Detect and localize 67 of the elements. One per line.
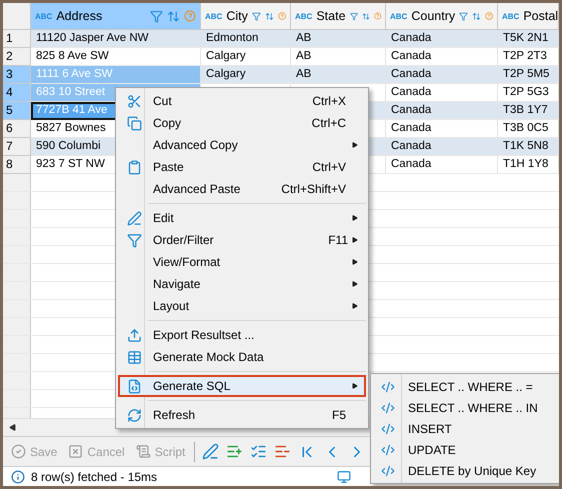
row-number[interactable]: 1: [3, 30, 31, 48]
help-icon[interactable]: [278, 10, 286, 22]
check-circle-icon: [11, 444, 26, 459]
type-label: ABC: [295, 12, 312, 20]
menu-item[interactable]: Generate Mock Data: [118, 346, 366, 368]
row-number[interactable]: 2: [3, 48, 31, 66]
type-label: ABC: [35, 12, 52, 20]
code-icon: [380, 442, 394, 456]
sort-icon[interactable]: [167, 10, 180, 22]
filter-icon[interactable]: [150, 10, 163, 22]
delete-row-icon[interactable]: [274, 443, 292, 460]
monitor-icon[interactable]: [337, 470, 351, 484]
menu-item[interactable]: INSERT: [373, 418, 559, 439]
row-number[interactable]: 7: [3, 138, 31, 156]
table-cell: Canada: [386, 156, 498, 174]
menu-item[interactable]: Generate SQL: [118, 375, 366, 397]
add-row-icon[interactable]: [226, 443, 244, 460]
menu-item[interactable]: Order/Filter F11: [118, 229, 366, 251]
code-icon: [380, 464, 394, 478]
refresh-icon: [127, 408, 142, 422]
help-icon[interactable]: [374, 10, 381, 22]
menu-item[interactable]: DELETE by Unique Key: [373, 460, 559, 481]
row-number[interactable]: 6: [3, 120, 31, 138]
row-number[interactable]: 3: [3, 66, 31, 84]
menu-item[interactable]: Export Resultset ...: [118, 324, 366, 346]
sql-file-icon: [127, 378, 142, 394]
menu-item[interactable]: View/Format: [118, 251, 366, 273]
type-label: ABC: [205, 12, 222, 20]
duplicate-row-icon[interactable]: [250, 443, 268, 460]
table-cell: T1H 1Y8: [498, 156, 559, 174]
menu-item[interactable]: Advanced Paste Ctrl+Shift+V: [118, 178, 366, 200]
corner-header: [3, 3, 31, 30]
table-icon: [127, 350, 142, 364]
filter-icon: [127, 232, 142, 248]
clipboard-icon: [127, 160, 142, 174]
row-number[interactable]: 4: [3, 84, 31, 102]
x-square-icon: [68, 444, 84, 459]
row-number[interactable]: 8: [3, 156, 31, 174]
column-header[interactable]: ABC Address: [31, 3, 201, 30]
column-header[interactable]: ABC City: [201, 3, 291, 30]
scroll-icon: [136, 444, 151, 459]
menu-item[interactable]: Refresh F5: [118, 404, 366, 426]
edit-icon: [127, 210, 142, 226]
edit-row-icon[interactable]: [202, 443, 220, 460]
copy-icon: [127, 116, 142, 130]
status-text: 8 row(s) fetched - 15ms: [31, 470, 158, 484]
info-icon: [11, 470, 25, 484]
table-cell: 1111 6 Ave SW: [31, 66, 201, 84]
help-icon[interactable]: [484, 10, 494, 22]
code-icon: [380, 380, 394, 394]
code-icon: [380, 400, 394, 414]
menu-item[interactable]: Layout: [118, 295, 366, 317]
upload-icon: [127, 328, 142, 342]
menu-item[interactable]: SELECT .. WHERE .. IN: [373, 397, 559, 418]
column-header[interactable]: ABC Postal: [498, 3, 559, 30]
column-header[interactable]: ABC Country: [386, 3, 498, 30]
menu-item[interactable]: UPDATE: [373, 439, 559, 460]
type-label: ABC: [502, 12, 520, 20]
scissors-icon: [127, 94, 142, 108]
menu-item[interactable]: Navigate: [118, 273, 366, 295]
scroll-left-icon[interactable]: [9, 424, 16, 431]
row-number[interactable]: 5: [3, 102, 31, 120]
column-header[interactable]: ABC State: [291, 3, 386, 30]
code-icon: [380, 422, 394, 436]
menu-item[interactable]: Edit: [118, 207, 366, 229]
type-label: ABC: [390, 12, 408, 20]
menu-item[interactable]: SELECT .. WHERE .. =: [373, 376, 559, 397]
